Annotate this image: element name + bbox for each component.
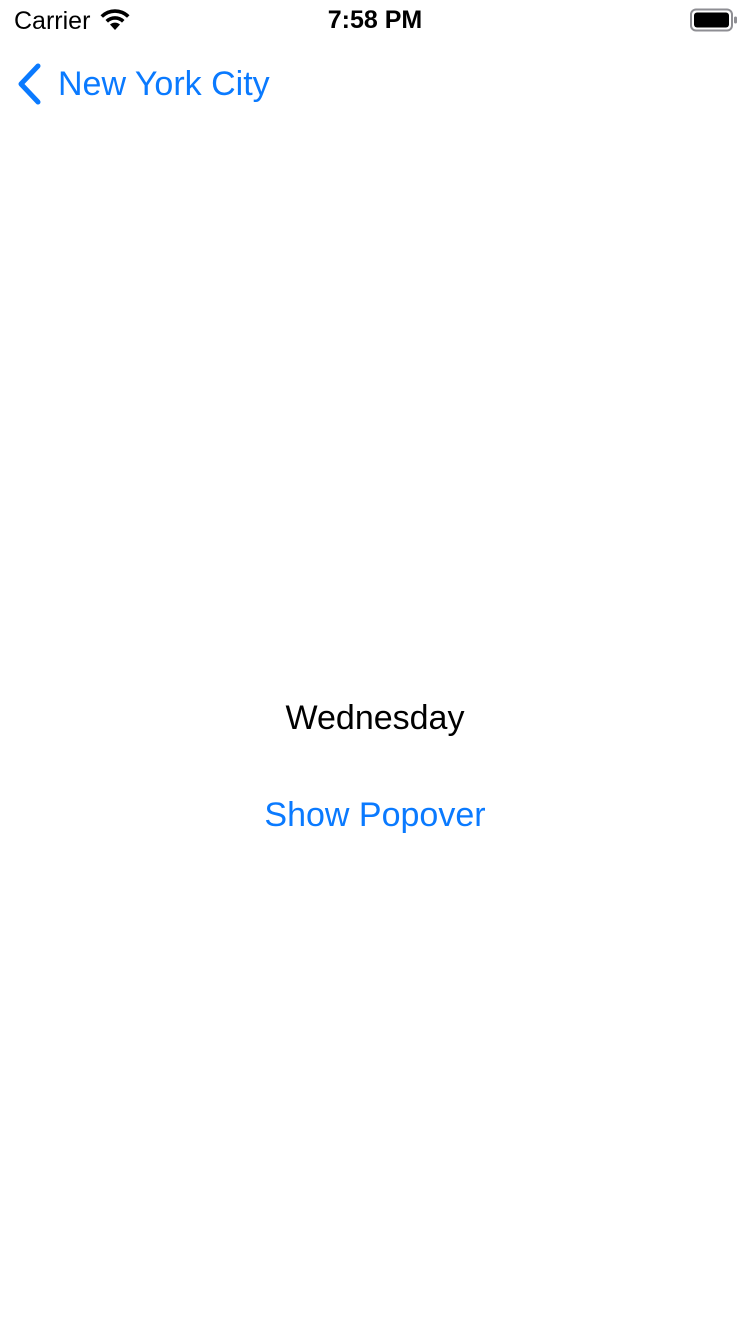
main-content: Wednesday Show Popover — [0, 0, 750, 1334]
day-label: Wednesday — [285, 699, 465, 737]
show-popover-button[interactable]: Show Popover — [0, 794, 750, 836]
